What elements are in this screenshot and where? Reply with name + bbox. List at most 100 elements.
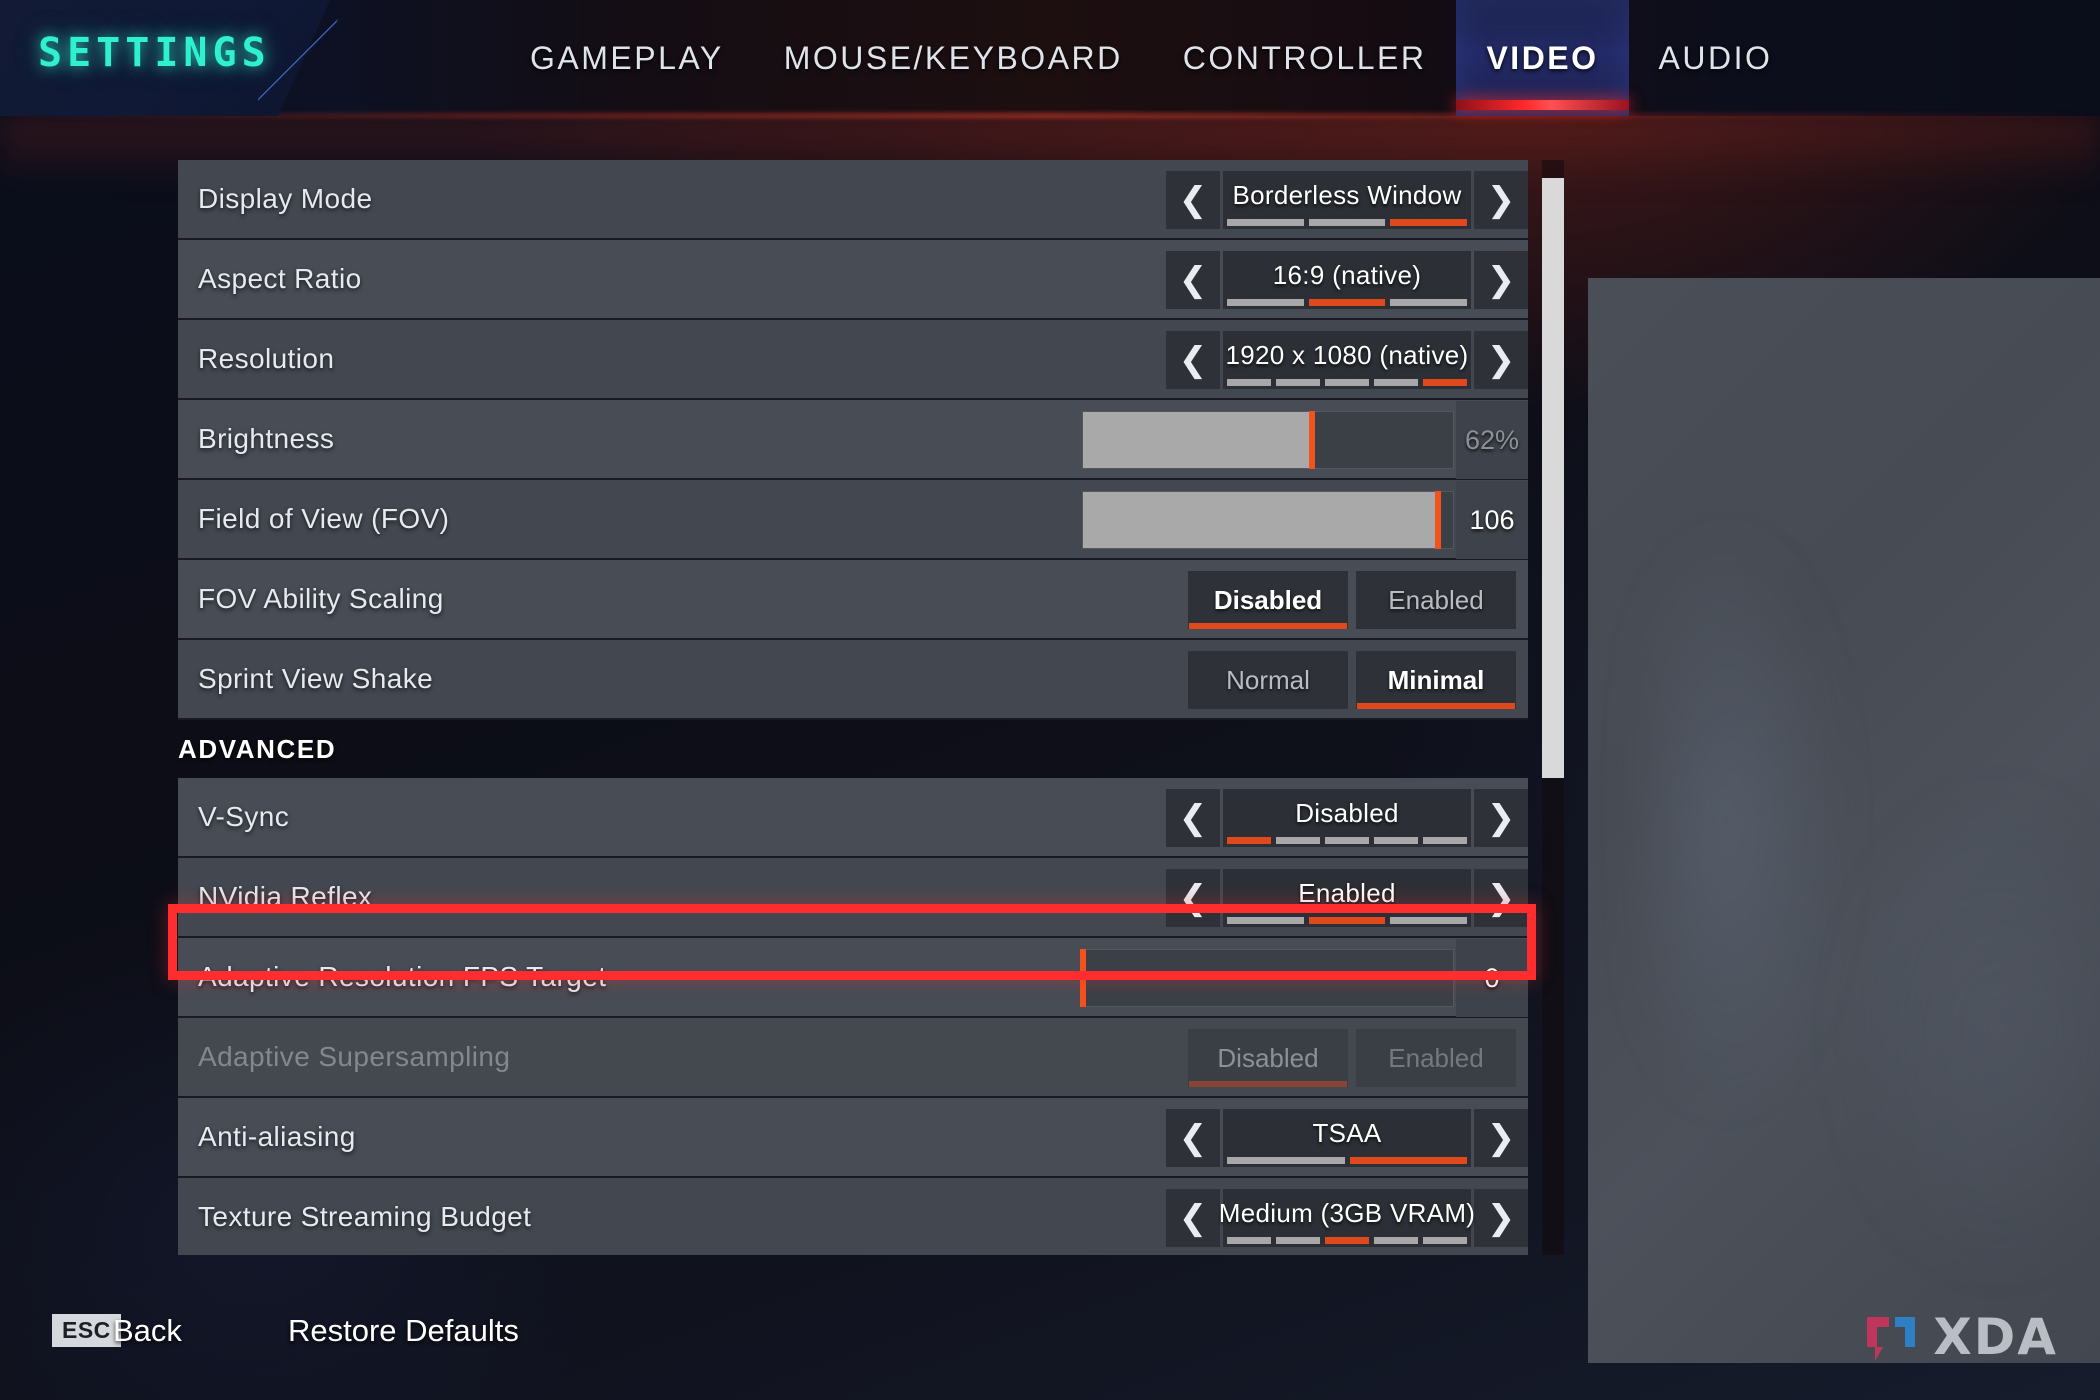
setting-label-display-mode: Display Mode — [198, 183, 373, 214]
arrow-left-icon-anti-aliasing[interactable]: ❮ — [1166, 1109, 1220, 1167]
segment-indicator-anti-aliasing — [1227, 1157, 1467, 1164]
slider-value-brightness: 62% — [1456, 401, 1528, 479]
toggle-adaptive-supersampling-disabled: Disabled — [1188, 1029, 1348, 1087]
settings-scrollbar[interactable] — [1542, 160, 1564, 1255]
arrow-left-icon-resolution[interactable]: ❮ — [1166, 331, 1220, 389]
esc-key-badge: ESC — [52, 1314, 121, 1347]
setting-row-adaptive-resolution-fps-target[interactable]: Adaptive Resolution FPS Target 0 — [178, 938, 1528, 1018]
tab-mouse-keyboard[interactable]: MOUSE/KEYBOARD — [754, 0, 1153, 116]
setting-label-resolution: Resolution — [198, 343, 335, 374]
arrow-right-icon-display-mode[interactable]: ❯ — [1474, 171, 1528, 229]
tab-gameplay[interactable]: GAMEPLAY — [500, 0, 754, 116]
setting-row-brightness[interactable]: Brightness 62% — [178, 400, 1528, 480]
value-box-texture-streaming-budget[interactable]: Medium (3GB VRAM) — [1219, 1189, 1475, 1247]
segment-2 — [1308, 299, 1386, 306]
setting-row-texture-streaming-budget[interactable]: Texture Streaming Budget ❮ Medium (3GB VRA… — [178, 1178, 1528, 1255]
slider-brightness[interactable] — [1082, 411, 1454, 469]
arrow-right-icon-anti-aliasing[interactable]: ❯ — [1474, 1109, 1528, 1167]
slider-knob-field-of-view[interactable] — [1435, 491, 1442, 549]
settings-list[interactable]: Display Mode ❮ Borderless Window ❯ Aspect Ra… — [178, 160, 1546, 1255]
setting-row-sprint-view-shake[interactable]: Sprint View Shake Normal Minimal — [178, 640, 1528, 720]
setting-row-nvidia-reflex[interactable]: NVidia Reflex ❮ Enabled ❯ — [178, 858, 1528, 938]
arrow-right-icon-nvidia-reflex[interactable]: ❯ — [1474, 869, 1528, 927]
setting-label-v-sync: V-Sync — [198, 801, 290, 832]
slider-value-adaptive-resolution-fps-target: 0 — [1456, 939, 1528, 1017]
tab-audio[interactable]: AUDIO — [1629, 0, 1803, 116]
setting-row-resolution[interactable]: Resolution ❮ 1920 x 1080 (native) ❯ — [178, 320, 1528, 400]
setting-row-fov-ability-scaling[interactable]: FOV Ability Scaling Disabled Enabled — [178, 560, 1528, 640]
segment-2 — [1276, 1237, 1320, 1244]
toggle-sprint-view-shake-normal[interactable]: Normal — [1188, 651, 1348, 709]
setting-row-display-mode[interactable]: Display Mode ❮ Borderless Window ❯ — [178, 160, 1528, 240]
value-text-texture-streaming-budget: Medium (3GB VRAM) — [1218, 1198, 1476, 1228]
value-box-anti-aliasing[interactable]: TSAA — [1223, 1109, 1471, 1167]
scrollbar-thumb[interactable] — [1542, 178, 1564, 778]
segment-3 — [1325, 1237, 1369, 1244]
arrow-left-icon-aspect-ratio[interactable]: ❮ — [1166, 251, 1220, 309]
segment-1 — [1227, 917, 1304, 924]
toggle-sprint-view-shake-minimal[interactable]: Minimal — [1356, 651, 1516, 709]
slider-knob-brightness[interactable] — [1309, 411, 1316, 469]
segment-5 — [1423, 379, 1467, 386]
arrow-left-icon-v-sync[interactable]: ❮ — [1166, 789, 1220, 847]
value-box-nvidia-reflex[interactable]: Enabled — [1223, 869, 1471, 927]
arrow-left-icon-nvidia-reflex[interactable]: ❮ — [1166, 869, 1220, 927]
setting-label-texture-streaming-budget: Texture Streaming Budget — [198, 1201, 532, 1232]
value-text-anti-aliasing: TSAA — [1312, 1118, 1382, 1148]
setting-label-sprint-view-shake: Sprint View Shake — [198, 663, 434, 694]
value-box-display-mode[interactable]: Borderless Window — [1223, 171, 1471, 229]
slider-knob-adaptive-resolution-fps-target[interactable] — [1080, 949, 1086, 1007]
segment-5 — [1423, 837, 1467, 844]
arrow-right-icon-texture-streaming-budget[interactable]: ❯ — [1474, 1189, 1528, 1247]
segment-1 — [1227, 379, 1271, 386]
slider-field-of-view[interactable] — [1082, 491, 1454, 549]
segment-2 — [1308, 219, 1386, 226]
tab-video[interactable]: VIDEO — [1456, 0, 1629, 116]
value-text-resolution: 1920 x 1080 (native) — [1225, 340, 1469, 370]
restore-defaults-button[interactable]: Restore Defaults — [288, 1313, 519, 1349]
setting-row-anti-aliasing[interactable]: Anti-aliasing ❮ TSAA ❯ — [178, 1098, 1528, 1178]
setting-row-field-of-view[interactable]: Field of View (FOV) 106 — [178, 480, 1528, 560]
back-button[interactable]: Back — [113, 1313, 182, 1349]
value-box-resolution[interactable]: 1920 x 1080 (native) — [1223, 331, 1471, 389]
setting-control-resolution: ❮ 1920 x 1080 (native) ❯ — [1166, 320, 1528, 400]
segment-2 — [1349, 1157, 1467, 1164]
settings-header: SETTINGS GAMEPLAY MOUSE/KEYBOARD CONTROLLE… — [0, 0, 2100, 118]
arrow-right-icon-v-sync[interactable]: ❯ — [1474, 789, 1528, 847]
segment-3 — [1325, 837, 1369, 844]
segment-1 — [1227, 1237, 1271, 1244]
segment-indicator-resolution — [1227, 379, 1467, 386]
segment-1 — [1227, 299, 1304, 306]
value-box-v-sync[interactable]: Disabled — [1223, 789, 1471, 847]
arrow-right-icon-resolution[interactable]: ❯ — [1474, 331, 1528, 389]
setting-control-aspect-ratio: ❮ 16:9 (native) ❯ — [1166, 240, 1528, 320]
footer-bar: ESC Back Restore Defaults — [0, 1286, 2100, 1400]
setting-label-aspect-ratio: Aspect Ratio — [198, 263, 362, 294]
xda-logo-text: XDA — [1933, 1308, 2058, 1366]
toggle-fov-ability-scaling-enabled[interactable]: Enabled — [1356, 571, 1516, 629]
arrow-right-icon-aspect-ratio[interactable]: ❯ — [1474, 251, 1528, 309]
setting-control-fov-ability-scaling: Disabled Enabled — [1180, 560, 1528, 640]
slider-adaptive-resolution-fps-target[interactable] — [1080, 949, 1454, 1007]
segment-3 — [1390, 917, 1468, 924]
segment-3 — [1325, 379, 1369, 386]
toggle-fov-ability-scaling-disabled[interactable]: Disabled — [1188, 571, 1348, 629]
segment-2 — [1276, 837, 1320, 844]
arrow-left-icon-display-mode[interactable]: ❮ — [1166, 171, 1220, 229]
setting-control-brightness: 62% — [1082, 400, 1528, 480]
setting-label-adaptive-supersampling: Adaptive Supersampling — [198, 1041, 511, 1072]
segment-2 — [1308, 917, 1386, 924]
setting-row-aspect-ratio[interactable]: Aspect Ratio ❮ 16:9 (native) ❯ — [178, 240, 1528, 320]
setting-label-nvidia-reflex: NVidia Reflex — [198, 881, 373, 912]
tab-controller[interactable]: CONTROLLER — [1153, 0, 1457, 116]
segment-4 — [1374, 837, 1418, 844]
value-box-aspect-ratio[interactable]: 16:9 (native) — [1223, 251, 1471, 309]
arrow-left-icon-texture-streaming-budget[interactable]: ❮ — [1166, 1189, 1220, 1247]
segment-2 — [1276, 379, 1320, 386]
setting-label-fov-ability-scaling: FOV Ability Scaling — [198, 583, 444, 614]
settings-content: Display Mode ❮ Borderless Window ❯ Aspect Ra… — [0, 116, 2100, 1363]
segment-3 — [1390, 219, 1468, 226]
setting-row-v-sync[interactable]: V-Sync ❮ Disabled ❯ — [178, 778, 1528, 858]
xda-bracket-icon — [1867, 1317, 1916, 1361]
preview-panel — [1588, 278, 2100, 1363]
